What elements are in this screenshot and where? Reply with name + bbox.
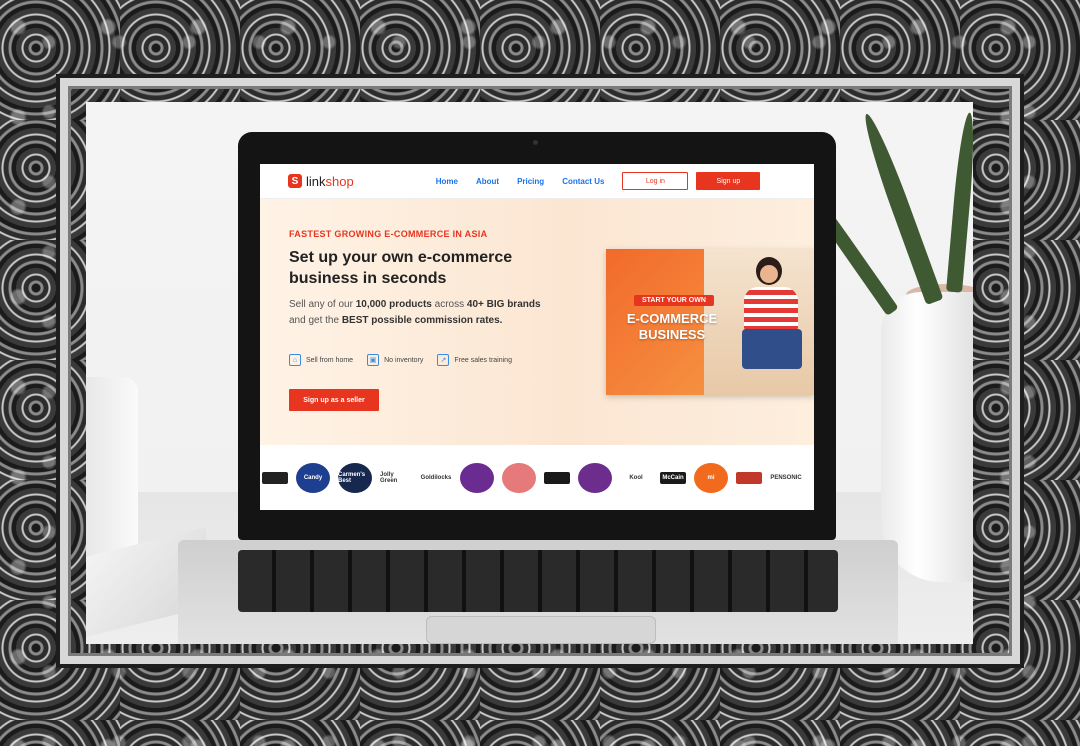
feature-label: Sell from home: [306, 356, 354, 364]
laptop-lid: S linkshop Home About Pricing Contact Us…: [238, 132, 836, 540]
brand-logo[interactable]: PENSONIC: [770, 463, 802, 493]
logo-text-main: link: [306, 173, 326, 189]
desc-bold: 40+ BIG brands: [466, 299, 541, 310]
promo-face: [760, 265, 778, 283]
promo-title: E-COMMERCE BUSINESS: [626, 311, 718, 342]
desc-part: Sell any of our: [289, 299, 356, 310]
brand-logo[interactable]: [502, 462, 536, 493]
brand-logo[interactable]: [460, 462, 494, 493]
laptop-keyboard: [238, 550, 838, 612]
feature-item: ↗ Free sales training: [437, 354, 512, 366]
photo-scene: S linkshop Home About Pricing Contact Us…: [86, 102, 973, 644]
desc-bold: BEST possible commission rates.: [341, 315, 503, 326]
promo-banner[interactable]: START YOUR OWN E-COMMERCE BUSINESS: [606, 249, 814, 395]
desc-bold: 10,000 products: [355, 299, 432, 310]
brand-logo[interactable]: [262, 471, 288, 484]
feature-label: No inventory: [384, 356, 424, 364]
login-button[interactable]: Log in: [622, 172, 689, 190]
feature-item: ▣ No inventory: [367, 354, 423, 366]
desc-part: and get the: [289, 315, 342, 326]
hero-section: FASTEST GROWING E-COMMERCE IN ASIA Set u…: [260, 199, 814, 445]
logo-text: linkshop: [306, 174, 354, 189]
home-icon: ⌂: [289, 354, 301, 366]
brand-logo[interactable]: mi: [694, 462, 728, 493]
plant-leaf: [946, 111, 973, 293]
brand-logo[interactable]: [578, 462, 612, 493]
brand-logo[interactable]: [544, 471, 570, 484]
laptop-camera: [533, 140, 538, 145]
promo-jeans: [742, 329, 802, 369]
brand-logo[interactable]: Kool: [620, 463, 652, 493]
linkshop-logo[interactable]: S linkshop: [288, 174, 354, 189]
promo-tag: START YOUR OWN: [634, 295, 714, 306]
feature-list: ⌂ Sell from home ▣ No inventory ↗ Free sale…: [289, 354, 512, 366]
nav-home[interactable]: Home: [436, 177, 458, 186]
brand-logo[interactable]: [736, 471, 762, 484]
laptop-trackpad: [426, 616, 656, 644]
feature-label: Free sales training: [454, 356, 512, 364]
laptop-base: [178, 540, 898, 644]
logo-mark-icon: S: [288, 174, 302, 188]
promo-shirt: [744, 287, 798, 331]
brand-logo[interactable]: Carmen's Best: [338, 462, 372, 493]
hero-description: Sell any of our 10,000 products across 4…: [289, 297, 559, 329]
feature-item: ⌂ Sell from home: [289, 354, 353, 366]
signup-button[interactable]: Sign up: [696, 172, 761, 190]
site-navbar: S linkshop Home About Pricing Contact Us…: [260, 164, 814, 199]
chart-icon: ↗: [437, 354, 450, 366]
signup-seller-button[interactable]: Sign up as a seller: [289, 389, 379, 411]
hero-headline: Set up your own e-commerce business in s…: [289, 249, 513, 287]
brand-logo[interactable]: Goldilocks: [420, 463, 452, 493]
nav-links: Home About Pricing Contact Us: [436, 177, 605, 186]
plant-pot: [881, 292, 973, 582]
nav-pricing[interactable]: Pricing: [517, 177, 544, 186]
nav-about[interactable]: About: [476, 177, 499, 186]
desc-part: across: [431, 299, 467, 310]
brand-logo[interactable]: Jolly Green: [380, 463, 412, 493]
box-icon: ▣: [367, 354, 380, 366]
promo-person: [738, 257, 808, 387]
hero-eyebrow: FASTEST GROWING E-COMMERCE IN ASIA: [289, 229, 488, 239]
brand-logo[interactable]: Candy: [296, 462, 330, 493]
logo-text-accent: shop: [325, 173, 354, 189]
brand-logo-strip: Candy Carmen's Best Jolly Green Goldilocks K…: [260, 445, 814, 510]
nav-contact[interactable]: Contact Us: [562, 177, 604, 186]
laptop-screen: S linkshop Home About Pricing Contact Us…: [260, 164, 814, 510]
brand-logo[interactable]: McCain: [660, 471, 686, 484]
